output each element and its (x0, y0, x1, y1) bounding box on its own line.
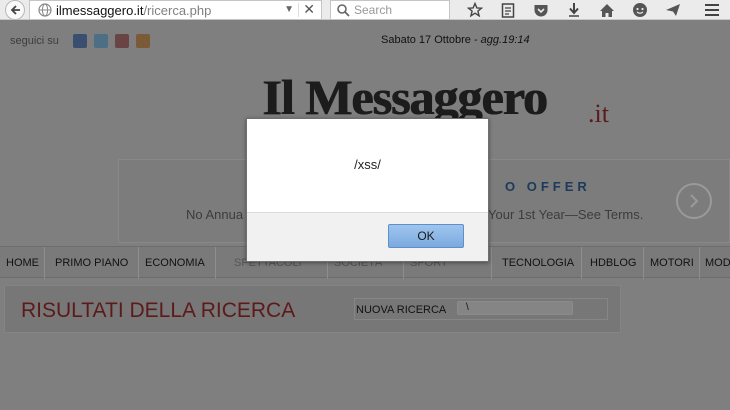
nav-primo-piano[interactable]: PRIMO PIANO (44, 247, 138, 279)
nav-tecnologia[interactable]: TECNOLOGIA (491, 247, 581, 279)
nav-motori[interactable]: MOTORI (643, 247, 699, 279)
alert-message: /xss/ (354, 157, 381, 172)
chat-icon[interactable] (623, 0, 656, 20)
back-icon (5, 0, 25, 20)
search-input[interactable]: Search (354, 3, 392, 17)
globe-icon (38, 3, 52, 17)
nav-hdblog[interactable]: HDBLOG (581, 247, 643, 279)
reading-list-icon[interactable] (491, 0, 524, 20)
back-button[interactable] (3, 0, 27, 20)
dropdown-icon[interactable]: ▼ (284, 4, 294, 15)
update-time: agg.19:14 (480, 34, 530, 46)
new-search-label: NUOVA RICERCA (356, 304, 447, 316)
new-search-input[interactable]: \ (457, 301, 573, 315)
alert-dialog: /xss/ OK (246, 118, 489, 262)
banner-offer: O OFFER (505, 179, 591, 194)
twitter-icon[interactable] (94, 34, 108, 48)
bookmark-star-icon[interactable] (458, 0, 491, 20)
site-logo-suffix: .it (588, 99, 609, 128)
date-text: Sabato 17 Ottobre - (381, 34, 481, 46)
home-icon[interactable] (590, 0, 623, 20)
alert-footer: OK (247, 212, 488, 261)
url-bar[interactable]: ilmessaggero.it/ricerca.php ▼ ✕ (29, 0, 322, 20)
banner-text-right: Your 1st Year—See Terms. (488, 207, 644, 222)
rss-icon[interactable] (136, 34, 150, 48)
browser-toolbar: ilmessaggero.it/ricerca.php ▼ ✕ Search (0, 0, 730, 20)
results-title: RISULTATI DELLA RICERCA (21, 299, 296, 322)
download-icon[interactable] (557, 0, 590, 20)
url-path: /ricerca.php (143, 2, 212, 18)
search-bar[interactable]: Search (330, 0, 450, 20)
ok-button[interactable]: OK (388, 224, 464, 248)
follow-label: seguici su (10, 35, 59, 47)
browser-window: ilmessaggero.it/ricerca.php ▼ ✕ Search s… (0, 0, 730, 410)
url-separator (298, 3, 299, 17)
clear-icon[interactable]: ✕ (303, 1, 315, 18)
nav-moda[interactable]: MOD (699, 247, 730, 279)
search-icon (337, 4, 350, 17)
nav-economia[interactable]: ECONOMIA (138, 247, 215, 279)
toolbar-icons (458, 0, 689, 20)
url-host: ilmessaggero.it (56, 2, 144, 18)
googleplus-icon[interactable] (115, 34, 129, 48)
pocket-icon[interactable] (524, 0, 557, 20)
date-display: Sabato 17 Ottobre - agg.19:14 (381, 34, 530, 46)
nav-home[interactable]: HOME (0, 247, 44, 279)
chevron-right-icon[interactable] (676, 183, 712, 219)
menu-icon[interactable] (700, 0, 724, 20)
send-icon[interactable] (656, 0, 689, 20)
banner-text-left: No Annua (186, 207, 244, 222)
facebook-icon[interactable] (73, 34, 87, 48)
